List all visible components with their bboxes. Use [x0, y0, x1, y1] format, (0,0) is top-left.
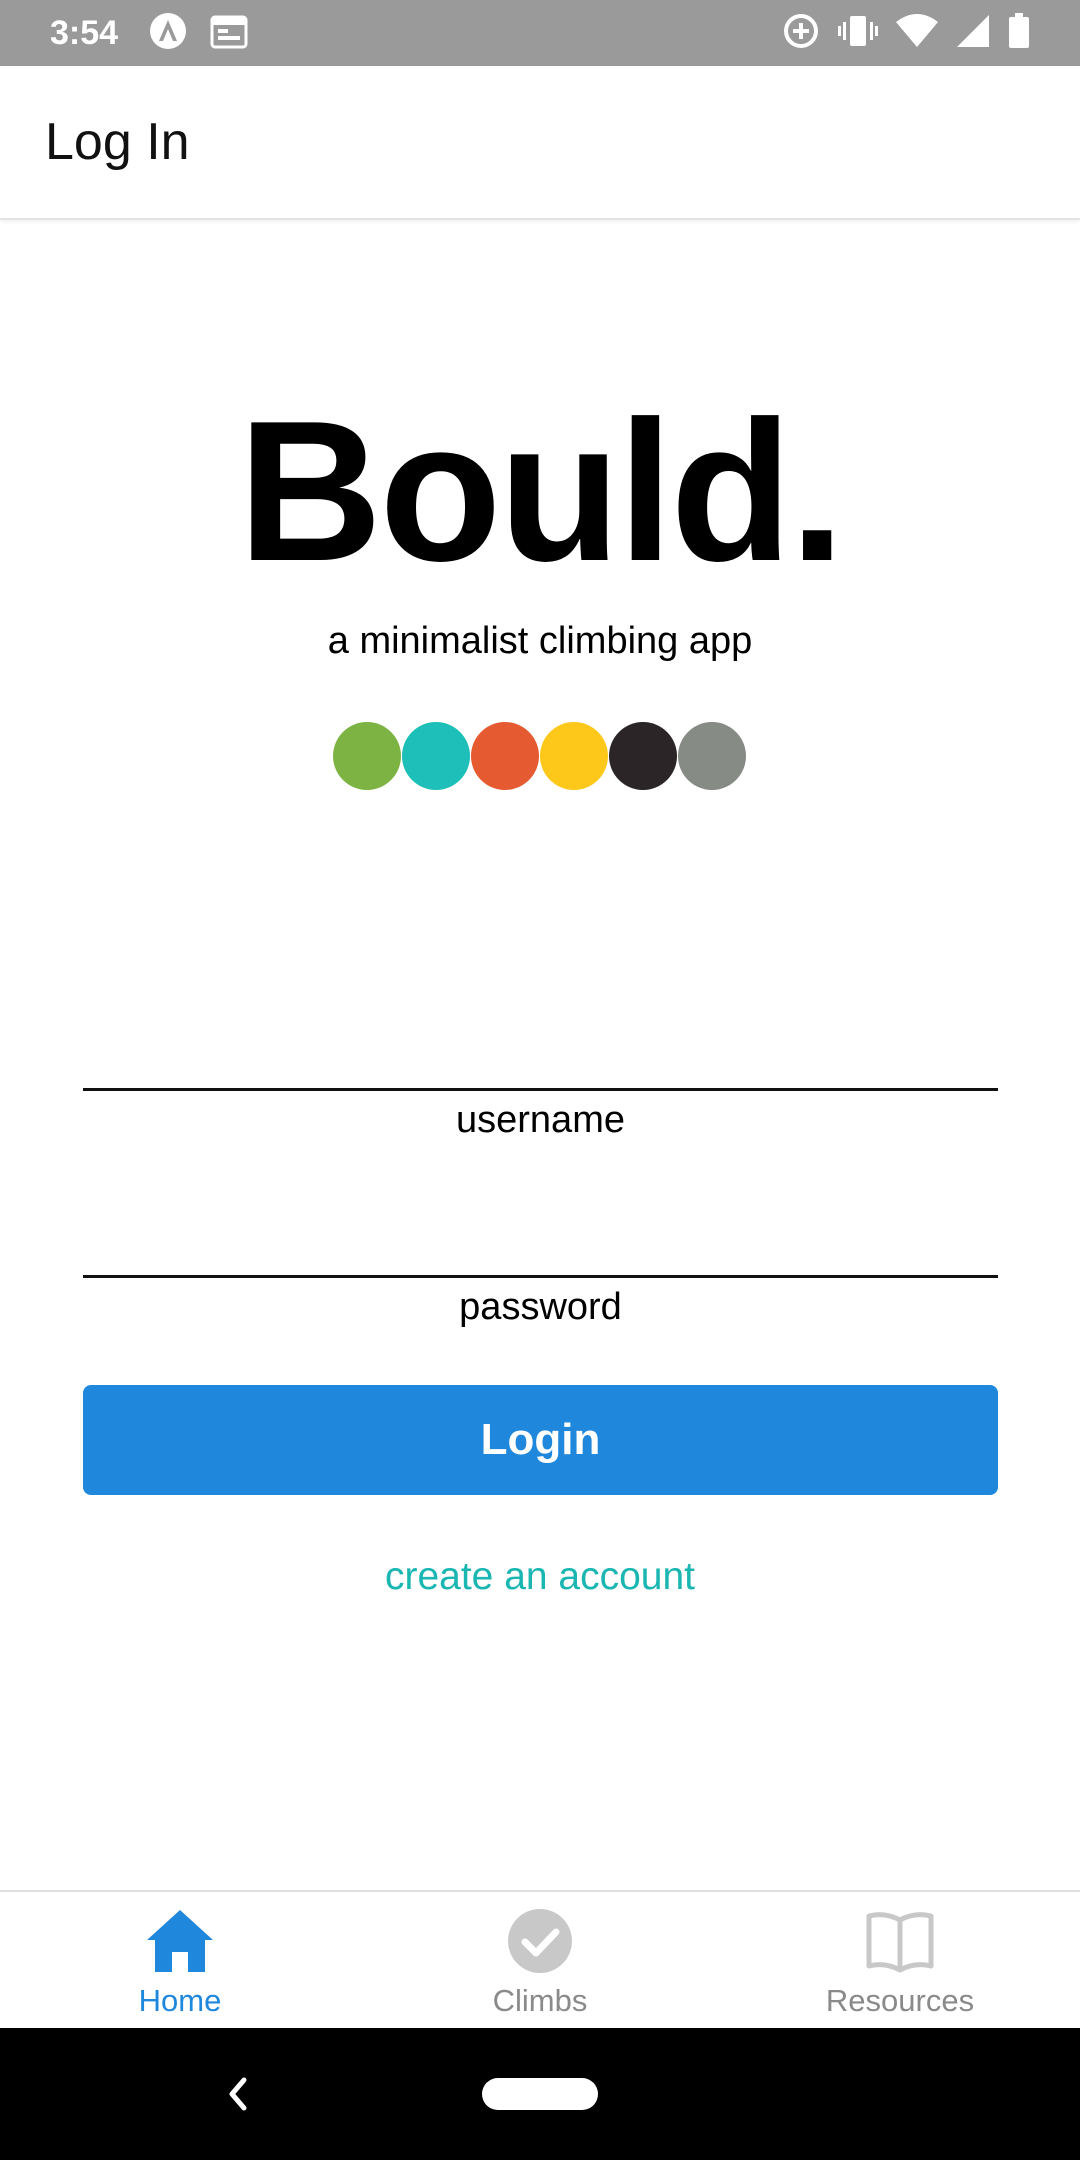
status-right-icons — [782, 12, 1030, 55]
check-circle-icon — [505, 1908, 575, 1979]
color-dot — [333, 722, 401, 790]
color-dot — [471, 722, 539, 790]
color-dot — [678, 722, 746, 790]
calendar-icon — [210, 13, 248, 54]
password-input[interactable] — [83, 1253, 998, 1323]
battery-icon — [1008, 12, 1030, 54]
book-icon — [865, 1908, 935, 1979]
app-bar: Log In — [0, 66, 1080, 220]
wifi-icon — [896, 13, 938, 53]
data-saver-icon — [782, 12, 820, 55]
app-icon — [148, 11, 188, 56]
nav-item-climbs[interactable]: Climbs — [360, 1892, 720, 2028]
vibrate-icon — [838, 13, 878, 54]
create-account-link[interactable]: create an account — [0, 1555, 1080, 1599]
login-content: Bould. a minimalist climbing app usernam… — [0, 222, 1080, 1890]
color-dot — [540, 722, 608, 790]
password-field: password — [83, 1253, 998, 1329]
signal-icon — [956, 14, 990, 53]
back-icon[interactable] — [222, 2072, 254, 2121]
login-button[interactable]: Login — [83, 1385, 998, 1495]
home-icon — [145, 1908, 215, 1979]
username-field: username — [83, 1066, 998, 1142]
nav-item-resources[interactable]: Resources — [720, 1892, 1080, 2028]
username-input[interactable] — [83, 1066, 998, 1136]
color-dots — [333, 722, 747, 790]
app-tagline: a minimalist climbing app — [327, 620, 753, 662]
page-title: Log In — [45, 113, 190, 171]
color-dot — [609, 722, 677, 790]
bottom-nav: Home Climbs Resources — [0, 1890, 1080, 2028]
app-logo: Bould. — [237, 380, 845, 603]
color-dot — [402, 722, 470, 790]
status-bar: 3:54 — [0, 0, 1080, 66]
nav-item-home[interactable]: Home — [0, 1892, 360, 2028]
nav-label-home: Home — [138, 1983, 222, 2018]
nav-label-climbs: Climbs — [492, 1983, 588, 2018]
home-pill-button[interactable] — [482, 2078, 598, 2110]
status-time: 3:54 — [50, 13, 119, 52]
status-left-icons — [148, 11, 248, 56]
nav-label-resources: Resources — [825, 1983, 975, 2018]
system-nav-bar — [0, 2028, 1080, 2160]
